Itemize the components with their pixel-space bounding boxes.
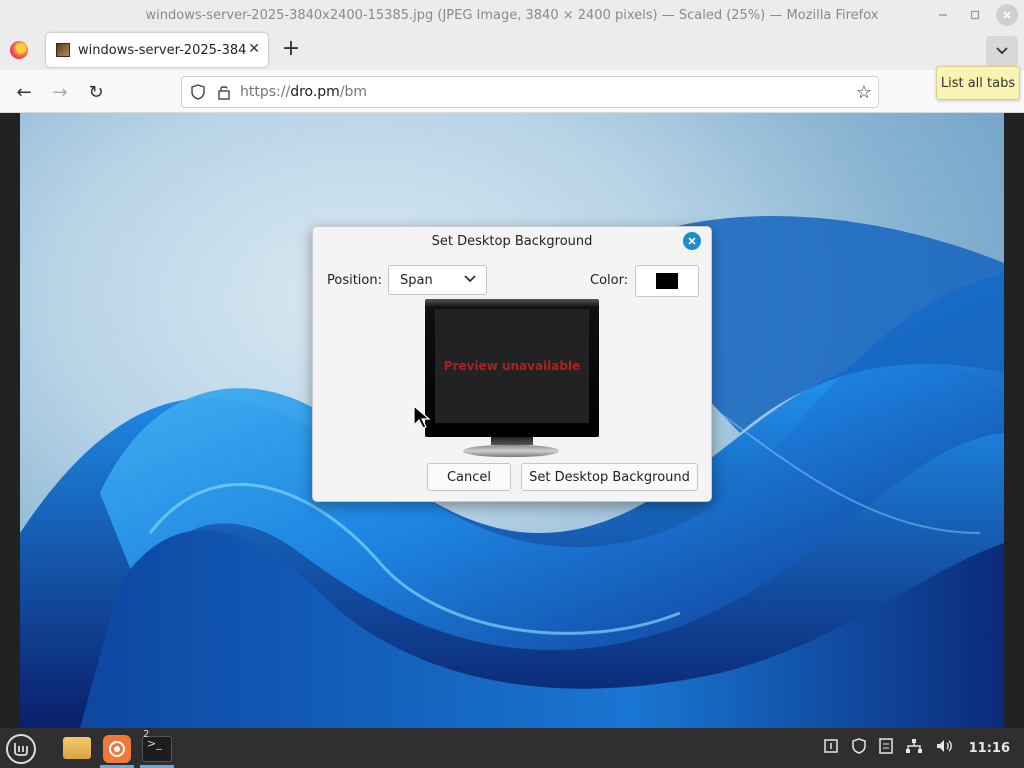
mint-menu-icon[interactable] [6, 734, 36, 764]
color-swatch [656, 273, 678, 289]
tracking-protection-shield-icon[interactable] [188, 82, 208, 102]
chevron-down-icon [464, 272, 476, 286]
monitor-stand-base [463, 445, 559, 457]
back-arrow-icon: ← [16, 81, 32, 103]
color-label: Color: [590, 273, 629, 288]
window-title: windows-server-2025-3840x2400-15385.jpg … [145, 7, 879, 23]
url-text[interactable]: https://dro.pm/bm [240, 84, 367, 100]
list-all-tabs-button[interactable] [986, 36, 1018, 66]
monitor-stand-neck [491, 437, 533, 445]
color-picker-button[interactable] [635, 265, 699, 297]
tab-active[interactable]: windows-server-2025-3840x2400-15385.jpg … [46, 33, 268, 67]
url-scheme: https:// [240, 84, 291, 100]
preview-unavailable-text: Preview unavailable [443, 359, 581, 373]
maximize-icon [970, 10, 980, 20]
workspace-count-badge: 2 [143, 729, 150, 740]
network-icon[interactable] [905, 738, 923, 758]
window-titlebar: windows-server-2025-3840x2400-15385.jpg … [0, 0, 1024, 30]
url-path: /bm [339, 84, 368, 100]
dialog-title: Set Desktop Background [431, 233, 593, 249]
minimize-icon [939, 14, 947, 16]
position-label: Position: [327, 273, 382, 288]
new-tab-button[interactable]: + [280, 38, 302, 60]
url-bar[interactable]: https://dro.pm/bm ☆ [181, 76, 879, 108]
taskbar-firefox[interactable] [100, 732, 134, 768]
navigation-toolbar: ← → ↻ https://dro.pm/bm ☆ [0, 70, 1024, 113]
folder-icon [63, 737, 91, 759]
back-button[interactable]: ← [12, 80, 36, 104]
image-favicon-icon [56, 43, 70, 57]
close-icon [1003, 11, 1011, 19]
forward-arrow-icon: → [52, 81, 68, 103]
window-controls [932, 4, 1018, 26]
reload-icon: ↻ [88, 81, 104, 103]
page-info-lock-icon[interactable] [214, 82, 234, 102]
position-selected-value: Span [400, 272, 433, 288]
set-desktop-background-dialog: Set Desktop Background Position: Span Co… [312, 226, 712, 502]
position-dropdown[interactable]: Span [388, 265, 487, 295]
taskbar-files[interactable] [60, 732, 94, 764]
taskbar: >_ 11:16 [0, 728, 1024, 768]
update-manager-icon[interactable] [823, 738, 839, 758]
list-all-tabs-tooltip: List all tabs [936, 66, 1020, 100]
bookmark-star-icon[interactable]: ☆ [856, 82, 872, 103]
maximize-button[interactable] [964, 4, 986, 26]
set-desktop-background-button[interactable]: Set Desktop Background [521, 463, 698, 491]
tab-label: windows-server-2025-3840x2400-15385.jpg [78, 42, 246, 58]
chevron-down-icon [996, 47, 1008, 55]
preview-monitor: Preview unavailable [425, 299, 599, 437]
shield-icon[interactable] [851, 738, 867, 758]
firefox-logo-icon[interactable] [10, 41, 28, 59]
volume-icon[interactable] [935, 738, 953, 758]
close-window-button[interactable] [996, 4, 1018, 26]
clock[interactable]: 11:16 [969, 741, 1010, 756]
system-tray: 11:16 [823, 728, 1010, 768]
reload-button[interactable]: ↻ [84, 80, 108, 104]
keyboard-layout-icon[interactable] [878, 738, 893, 758]
preview-screen: Preview unavailable [435, 309, 589, 423]
dialog-close-button[interactable] [683, 232, 701, 250]
cancel-button[interactable]: Cancel [427, 463, 511, 491]
tab-close-button[interactable]: ✕ [248, 41, 260, 57]
firefox-icon [103, 734, 131, 763]
minimize-button[interactable] [932, 4, 954, 26]
mouse-pointer-icon [413, 405, 431, 429]
url-host: dro.pm [290, 84, 340, 100]
tab-strip: windows-server-2025-3840x2400-15385.jpg … [0, 30, 1024, 70]
forward-button[interactable]: → [48, 80, 72, 104]
close-icon [688, 237, 696, 245]
